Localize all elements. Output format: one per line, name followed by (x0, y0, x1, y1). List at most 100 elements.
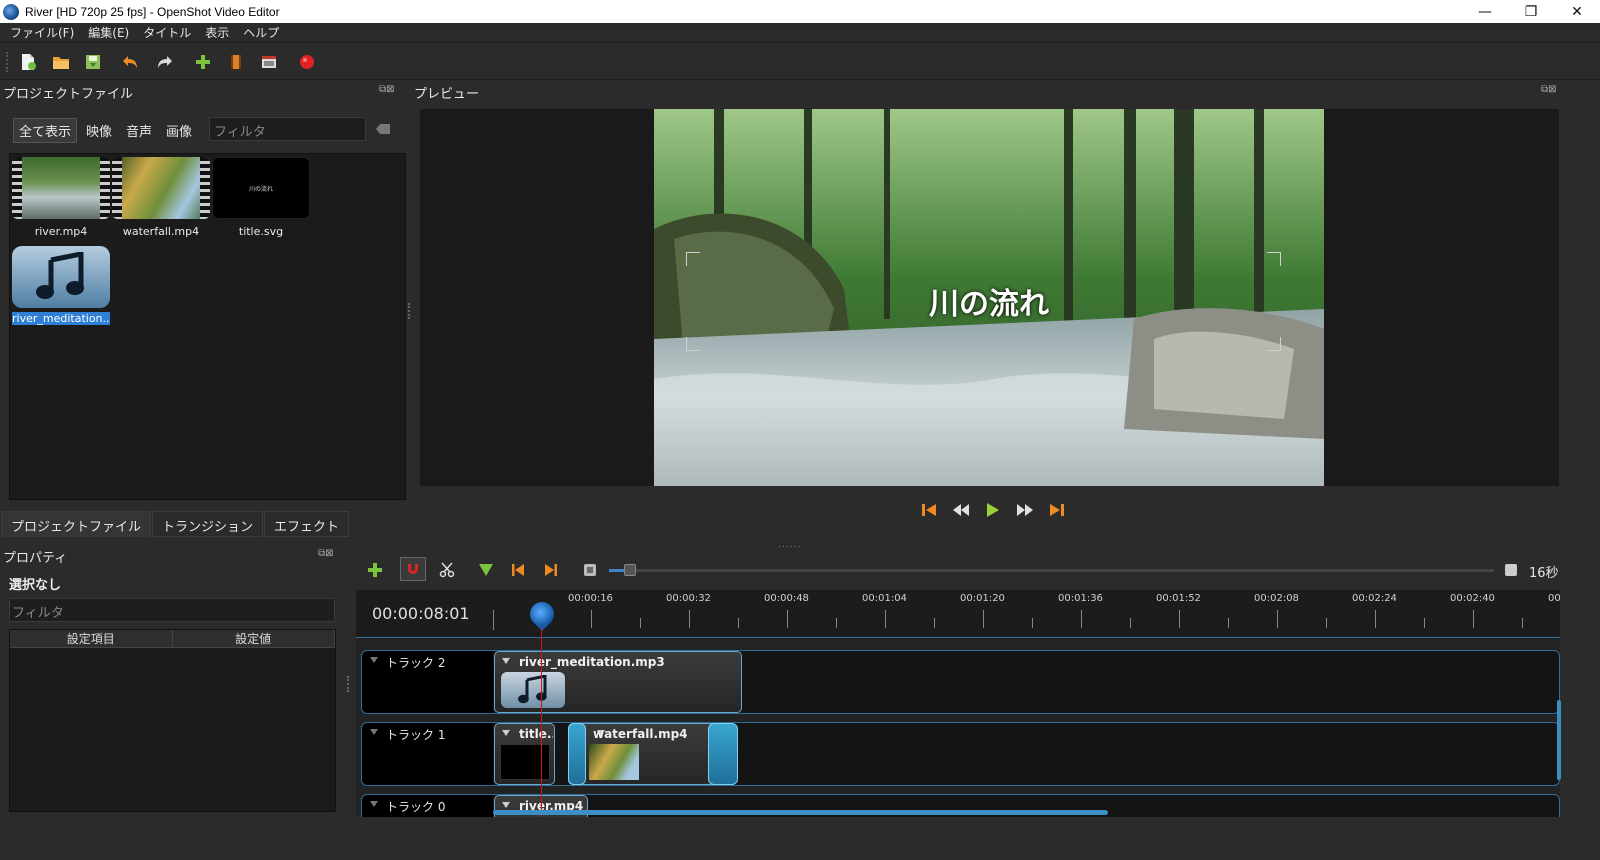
fullscreen-icon[interactable] (260, 53, 278, 71)
track-header[interactable]: トラック 1 (362, 723, 493, 785)
file-item-title[interactable]: 川の流れ title.svg (212, 157, 310, 238)
properties-table[interactable]: 設定項目 設定値 (9, 629, 336, 812)
snapping-toggle[interactable] (400, 557, 426, 581)
transform-handle[interactable] (1267, 337, 1281, 351)
column-value[interactable]: 設定値 (173, 630, 335, 647)
file-name: river_meditation... (12, 312, 110, 325)
track-header[interactable]: トラック 0 (362, 795, 493, 817)
title-thumbnail: 川の流れ (212, 157, 310, 219)
menu-view[interactable]: 表示 (205, 24, 229, 41)
clip-menu-icon[interactable] (502, 730, 510, 736)
ruler-tick (591, 610, 592, 628)
zoom-slider-handle[interactable] (624, 564, 636, 576)
timeline-vertical-scrollbar[interactable] (1557, 700, 1561, 780)
filter-show-all[interactable]: 全て表示 (13, 118, 78, 143)
clip-menu-icon[interactable] (502, 802, 510, 808)
undo-icon[interactable] (121, 53, 139, 71)
fast-forward-button[interactable] (1009, 500, 1041, 520)
export-video-icon[interactable] (298, 53, 316, 71)
zoom-fit-button[interactable] (1501, 560, 1521, 580)
file-item-waterfall[interactable]: waterfall.mp4 (112, 157, 210, 238)
next-marker-button[interactable] (541, 560, 561, 580)
timeline-horizontal-scrollbar[interactable] (493, 810, 1108, 815)
previous-marker-button[interactable] (508, 560, 528, 580)
splitter-handle[interactable] (408, 303, 410, 319)
clip-title[interactable]: title... (494, 723, 555, 785)
column-property[interactable]: 設定項目 (10, 630, 173, 647)
clip-menu-icon[interactable] (502, 658, 510, 664)
video-preview[interactable]: 川の流れ (654, 109, 1324, 486)
menu-help[interactable]: ヘルプ (243, 24, 279, 41)
menu-title[interactable]: タイトル (143, 24, 191, 41)
rewind-icon (953, 504, 969, 516)
close-button[interactable]: ✕ (1554, 0, 1600, 23)
transition-start[interactable] (568, 723, 586, 785)
zoom-slider-track[interactable] (609, 569, 1494, 572)
tab-project-files[interactable]: プロジェクトファイル (1, 511, 152, 537)
timeline[interactable]: 00:00:08:01 00:00:16 00:00:32 00:00:48 0… (356, 590, 1560, 817)
track-menu-icon[interactable] (370, 657, 378, 663)
tab-transitions[interactable]: トランジション (152, 511, 264, 537)
preview-dock-controls[interactable]: ⧉⊠ (1541, 84, 1557, 95)
properties-dock-controls[interactable]: ⧉⊠ (318, 548, 334, 559)
ruler-tick (1081, 610, 1082, 628)
jump-start-button[interactable] (913, 500, 945, 520)
file-item-river[interactable]: river.mp4 (12, 157, 110, 238)
filter-audio[interactable]: 音声 (121, 119, 157, 142)
play-button[interactable] (977, 500, 1009, 520)
save-project-icon[interactable] (84, 53, 102, 71)
properties-filter-input[interactable]: フィルタ (9, 598, 335, 622)
track-menu-icon[interactable] (370, 729, 378, 735)
menu-file[interactable]: ファイル(F) (10, 24, 74, 41)
ruler-tick (689, 610, 690, 628)
ruler-tick (983, 610, 984, 628)
menu-edit[interactable]: 編集(E) (88, 24, 129, 41)
center-icon (584, 564, 596, 576)
add-marker-button[interactable] (476, 560, 496, 580)
razor-tool-button[interactable] (437, 560, 457, 580)
add-track-button[interactable] (365, 560, 385, 580)
openshot-logo-icon (3, 3, 19, 20)
new-project-icon[interactable] (19, 53, 37, 71)
main-toolbar (0, 44, 1600, 80)
selection-label: 選択なし (9, 578, 62, 593)
ruler-tick (1130, 618, 1131, 628)
video-title-overlay: 川の流れ (929, 287, 1049, 322)
tick-label: 00:00:48 (764, 593, 809, 604)
filter-video[interactable]: 映像 (81, 119, 117, 142)
toolbar-grip[interactable] (6, 52, 10, 72)
track-header[interactable]: トラック 2 (362, 651, 493, 713)
transform-handle[interactable] (686, 252, 700, 266)
import-files-icon[interactable] (194, 53, 212, 71)
playhead-handle[interactable] (525, 597, 559, 631)
project-files-filter-input[interactable]: フィルタ (209, 117, 366, 141)
filter-image[interactable]: 画像 (161, 119, 197, 142)
jump-start-icon (922, 504, 936, 516)
redo-icon[interactable] (156, 53, 174, 71)
center-timeline-button[interactable] (580, 560, 600, 580)
splitter-handle[interactable] (347, 676, 349, 692)
file-item-river-meditation[interactable]: river_meditation... (12, 246, 110, 325)
rewind-button[interactable] (945, 500, 977, 520)
clear-filter-icon[interactable] (376, 124, 390, 134)
transform-handle[interactable] (1267, 252, 1281, 266)
project-files-dock-controls[interactable]: ⧉⊠ (379, 84, 395, 95)
jump-end-button[interactable] (1041, 500, 1073, 520)
tick-label: 00:02:08 (1254, 593, 1299, 604)
project-files-list[interactable]: river.mp4 waterfall.mp4 川の流れ title.svg r… (9, 153, 406, 500)
transition-end[interactable] (708, 723, 738, 785)
tick-label: 00:01:36 (1058, 593, 1103, 604)
tab-effects[interactable]: エフェクト (264, 511, 350, 537)
clip-river-meditation[interactable]: river_meditation.mp3 (494, 651, 742, 713)
vertical-splitter-handle[interactable]: ...... (778, 540, 801, 550)
open-project-icon[interactable] (52, 53, 70, 71)
zoom-icon (1505, 564, 1517, 576)
tick-label: 00:01:04 (862, 593, 907, 604)
ruler-tick (885, 610, 886, 628)
timeline-ruler[interactable]: 00:00:08:01 00:00:16 00:00:32 00:00:48 0… (356, 590, 1560, 638)
choose-profile-icon[interactable] (227, 53, 245, 71)
transform-handle[interactable] (686, 337, 700, 351)
restore-button[interactable]: ❐ (1508, 0, 1554, 23)
minimize-button[interactable]: — (1462, 0, 1508, 23)
track-menu-icon[interactable] (370, 801, 378, 807)
